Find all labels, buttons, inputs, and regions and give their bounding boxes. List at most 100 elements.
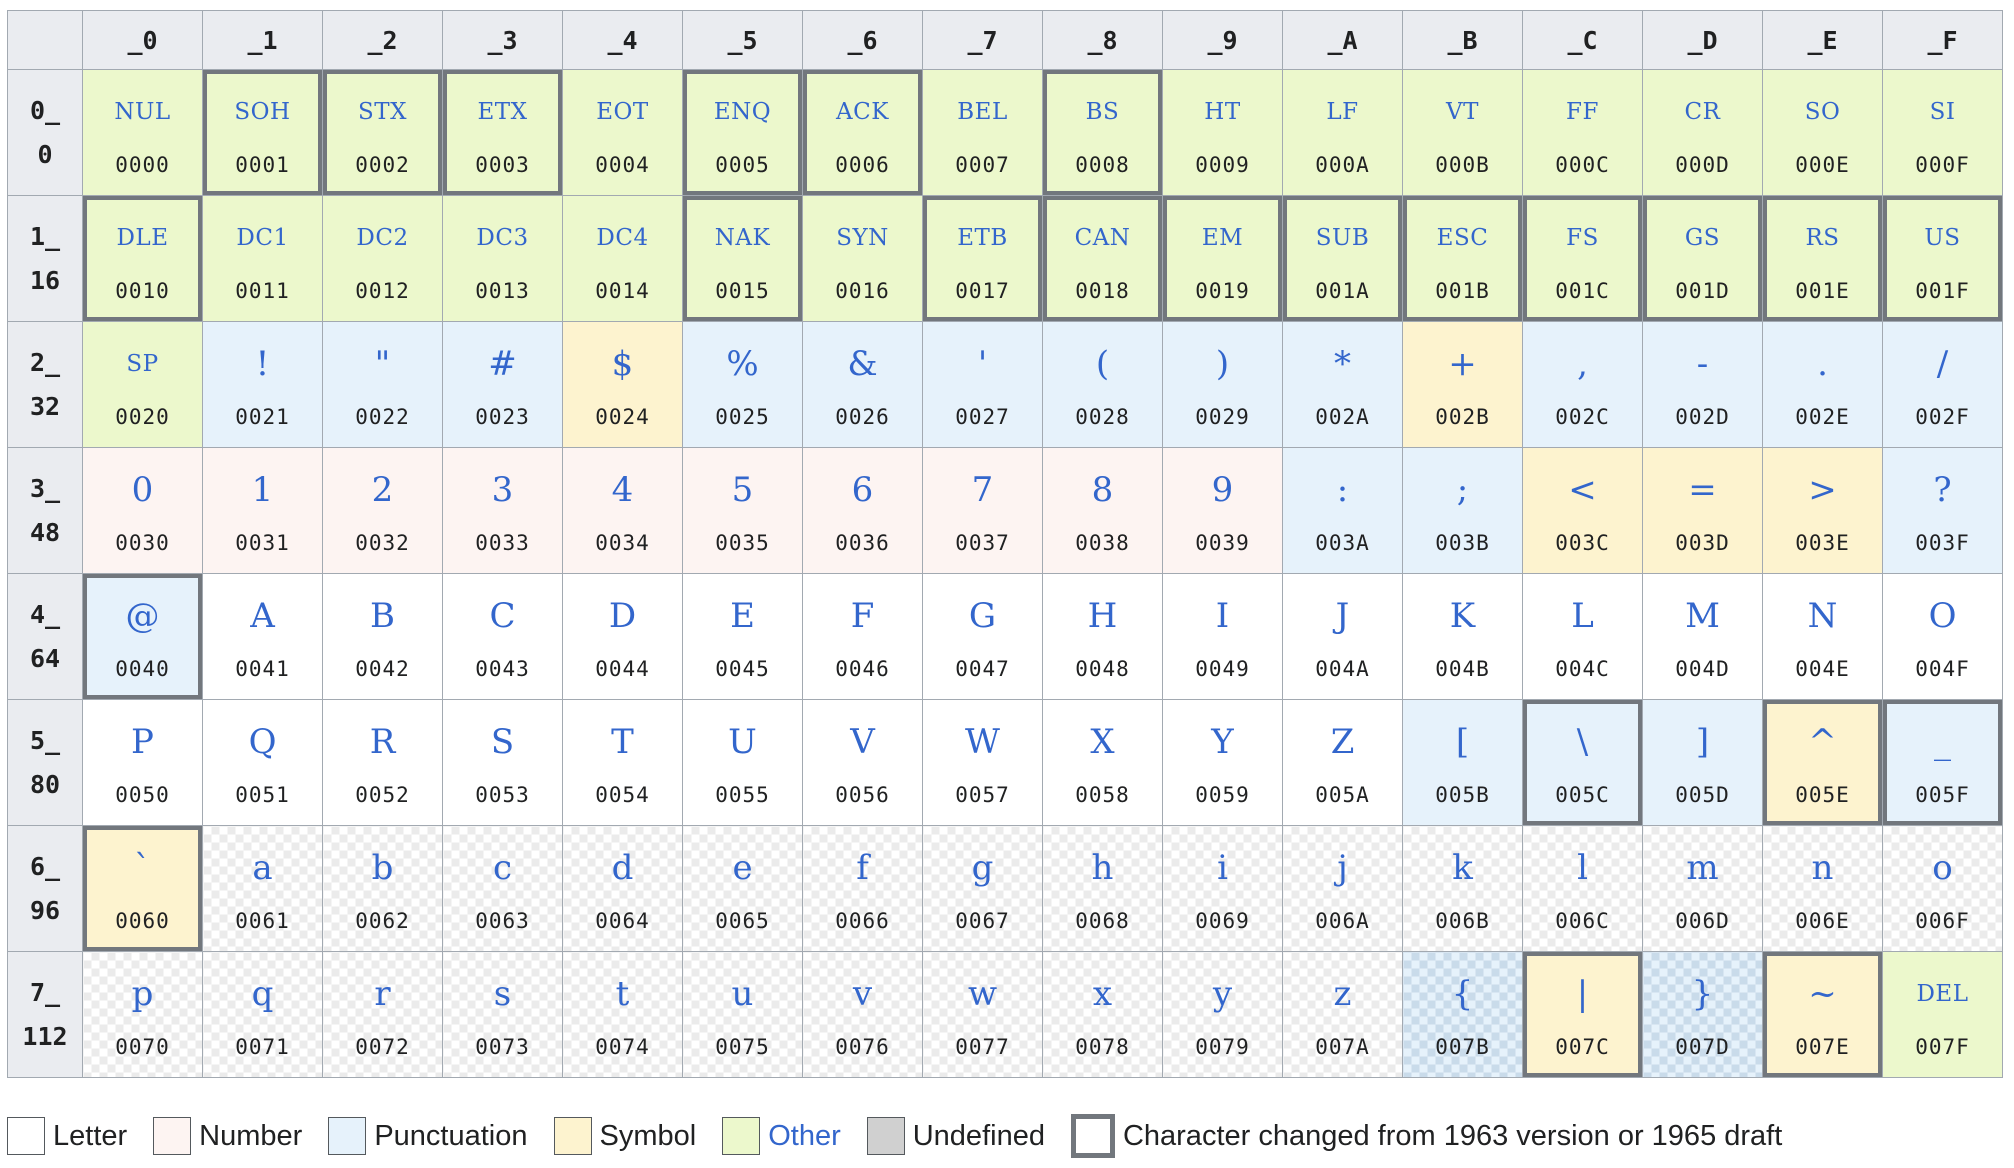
character-glyph[interactable]: V: [803, 720, 922, 764]
character-glyph[interactable]: p: [83, 972, 202, 1016]
character-glyph[interactable]: g: [923, 846, 1042, 890]
character-glyph[interactable]: HT: [1163, 90, 1282, 134]
character-glyph[interactable]: ": [323, 342, 442, 386]
character-glyph[interactable]: ETB: [923, 216, 1042, 260]
character-glyph[interactable]: >: [1763, 468, 1882, 512]
character-glyph[interactable]: T: [563, 720, 682, 764]
character-glyph[interactable]: Z: [1283, 720, 1402, 764]
character-glyph[interactable]: 8: [1043, 468, 1162, 512]
character-glyph[interactable]: A: [203, 594, 322, 638]
character-glyph[interactable]: DEL: [1883, 972, 2002, 1016]
character-glyph[interactable]: US: [1883, 216, 2002, 260]
character-glyph[interactable]: ,: [1523, 342, 1642, 386]
character-glyph[interactable]: y: [1163, 972, 1282, 1016]
character-glyph[interactable]: Q: [203, 720, 322, 764]
character-glyph[interactable]: \: [1523, 720, 1642, 764]
character-glyph[interactable]: {: [1403, 972, 1522, 1016]
character-glyph[interactable]: m: [1643, 846, 1762, 890]
character-glyph[interactable]: 4: [563, 468, 682, 512]
character-glyph[interactable]: J: [1283, 594, 1402, 638]
character-glyph[interactable]: GS: [1643, 216, 1762, 260]
character-glyph[interactable]: ESC: [1403, 216, 1522, 260]
character-glyph[interactable]: LF: [1283, 90, 1402, 134]
character-glyph[interactable]: u: [683, 972, 802, 1016]
character-glyph[interactable]: r: [323, 972, 442, 1016]
character-glyph[interactable]: W: [923, 720, 1042, 764]
character-glyph[interactable]: d: [563, 846, 682, 890]
character-glyph[interactable]: !: [203, 342, 322, 386]
character-glyph[interactable]: SOH: [203, 90, 322, 134]
character-glyph[interactable]: X: [1043, 720, 1162, 764]
character-glyph[interactable]: /: [1883, 342, 2002, 386]
character-glyph[interactable]: 2: [323, 468, 442, 512]
character-glyph[interactable]: 1: [203, 468, 322, 512]
character-glyph[interactable]: DC2: [323, 216, 442, 260]
legend-other-link[interactable]: Other: [768, 1120, 841, 1153]
character-glyph[interactable]: DC3: [443, 216, 562, 260]
character-glyph[interactable]: Y: [1163, 720, 1282, 764]
character-glyph[interactable]: #: [443, 342, 562, 386]
character-glyph[interactable]: 3: [443, 468, 562, 512]
character-glyph[interactable]: D: [563, 594, 682, 638]
character-glyph[interactable]: *: [1283, 342, 1402, 386]
character-glyph[interactable]: v: [803, 972, 922, 1016]
character-glyph[interactable]: ]: [1643, 720, 1762, 764]
character-glyph[interactable]: 5: [683, 468, 802, 512]
character-glyph[interactable]: c: [443, 846, 562, 890]
character-glyph[interactable]: DC1: [203, 216, 322, 260]
character-glyph[interactable]: N: [1763, 594, 1882, 638]
character-glyph[interactable]: SO: [1763, 90, 1882, 134]
character-glyph[interactable]: k: [1403, 846, 1522, 890]
character-glyph[interactable]: L: [1523, 594, 1642, 638]
character-glyph[interactable]: <: [1523, 468, 1642, 512]
character-glyph[interactable]: (: [1043, 342, 1162, 386]
character-glyph[interactable]: a: [203, 846, 322, 890]
character-glyph[interactable]: DC4: [563, 216, 682, 260]
character-glyph[interactable]: &: [803, 342, 922, 386]
character-glyph[interactable]: i: [1163, 846, 1282, 890]
character-glyph[interactable]: ?: [1883, 468, 2002, 512]
character-glyph[interactable]: SUB: [1283, 216, 1402, 260]
character-glyph[interactable]: F: [803, 594, 922, 638]
character-glyph[interactable]: 9: [1163, 468, 1282, 512]
character-glyph[interactable]: ): [1163, 342, 1282, 386]
character-glyph[interactable]: }: [1643, 972, 1762, 1016]
character-glyph[interactable]: STX: [323, 90, 442, 134]
character-glyph[interactable]: e: [683, 846, 802, 890]
character-glyph[interactable]: t: [563, 972, 682, 1016]
character-glyph[interactable]: M: [1643, 594, 1762, 638]
character-glyph[interactable]: ETX: [443, 90, 562, 134]
character-glyph[interactable]: %: [683, 342, 802, 386]
character-glyph[interactable]: EOT: [563, 90, 682, 134]
character-glyph[interactable]: BEL: [923, 90, 1042, 134]
character-glyph[interactable]: ACK: [803, 90, 922, 134]
character-glyph[interactable]: O: [1883, 594, 2002, 638]
character-glyph[interactable]: VT: [1403, 90, 1522, 134]
character-glyph[interactable]: ~: [1763, 972, 1882, 1016]
character-glyph[interactable]: .: [1763, 342, 1882, 386]
character-glyph[interactable]: q: [203, 972, 322, 1016]
character-glyph[interactable]: ^: [1763, 720, 1882, 764]
character-glyph[interactable]: o: [1883, 846, 2002, 890]
character-glyph[interactable]: `: [83, 846, 202, 890]
character-glyph[interactable]: RS: [1763, 216, 1882, 260]
character-glyph[interactable]: $: [563, 342, 682, 386]
character-glyph[interactable]: E: [683, 594, 802, 638]
character-glyph[interactable]: U: [683, 720, 802, 764]
character-glyph[interactable]: |: [1523, 972, 1642, 1016]
character-glyph[interactable]: ENQ: [683, 90, 802, 134]
character-glyph[interactable]: DLE: [83, 216, 202, 260]
character-glyph[interactable]: S: [443, 720, 562, 764]
character-glyph[interactable]: =: [1643, 468, 1762, 512]
character-glyph[interactable]: j: [1283, 846, 1402, 890]
character-glyph[interactable]: x: [1043, 972, 1162, 1016]
character-glyph[interactable]: CR: [1643, 90, 1762, 134]
character-glyph[interactable]: l: [1523, 846, 1642, 890]
character-glyph[interactable]: -: [1643, 342, 1762, 386]
character-glyph[interactable]: K: [1403, 594, 1522, 638]
character-glyph[interactable]: h: [1043, 846, 1162, 890]
character-glyph[interactable]: BS: [1043, 90, 1162, 134]
character-glyph[interactable]: FS: [1523, 216, 1642, 260]
character-glyph[interactable]: R: [323, 720, 442, 764]
character-glyph[interactable]: f: [803, 846, 922, 890]
